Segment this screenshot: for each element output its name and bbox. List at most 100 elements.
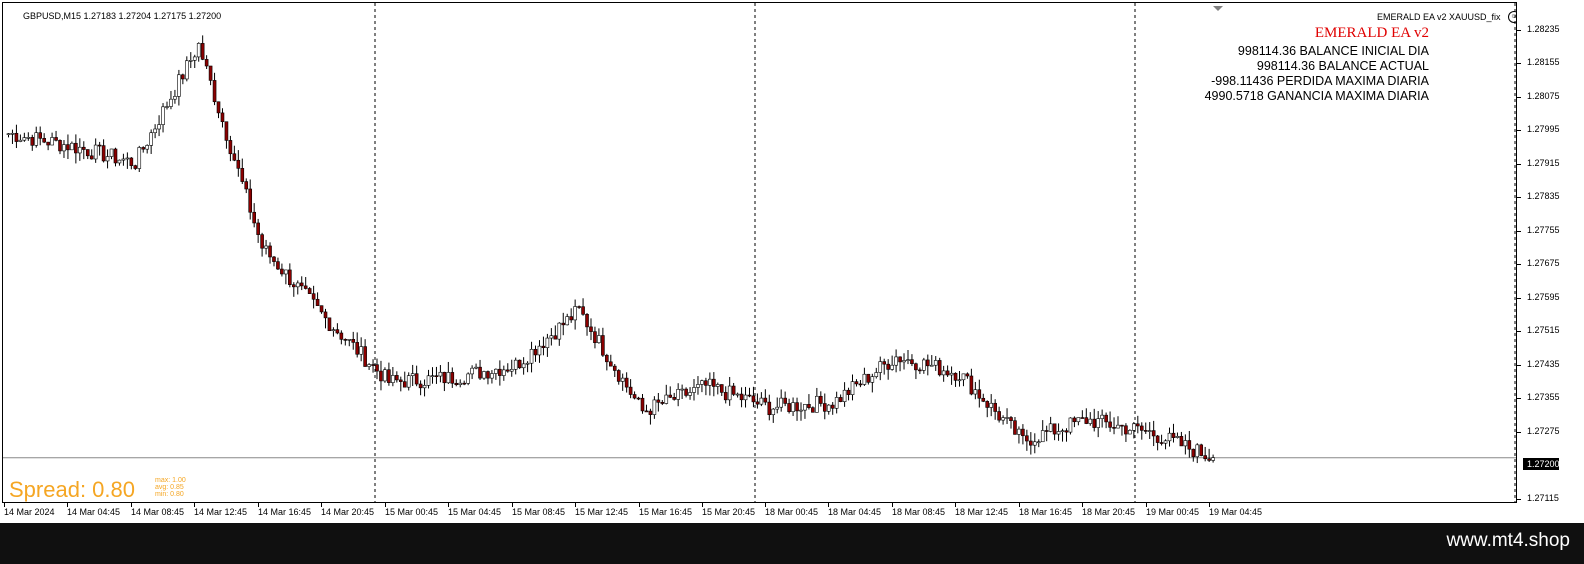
candle: [1147, 422, 1152, 439]
candle: [1056, 423, 1061, 441]
candle: [910, 354, 914, 367]
candle: [109, 148, 114, 160]
candle: [779, 389, 783, 412]
candle: [708, 372, 712, 396]
candle: [882, 358, 887, 375]
candle: [997, 406, 1001, 423]
candle: [319, 305, 324, 314]
candle: [1139, 422, 1144, 440]
candle: [244, 178, 249, 194]
price-tick: 1.27595: [1517, 292, 1560, 302]
candle: [280, 263, 284, 277]
candle: [42, 133, 46, 144]
candle: [989, 394, 994, 417]
candle: [1108, 411, 1112, 432]
candle: [117, 159, 122, 166]
time-tick: 15 Mar 04:45: [448, 503, 502, 517]
candle: [533, 345, 538, 362]
candle: [838, 394, 843, 403]
time-tick: 14 Mar 08:45: [131, 503, 185, 517]
candle: [577, 305, 581, 309]
candle: [712, 372, 716, 397]
candle: [1120, 424, 1124, 436]
candle: [260, 232, 264, 257]
candle: [1017, 426, 1021, 444]
candle: [264, 239, 268, 255]
candle: [157, 115, 161, 137]
candle: [216, 101, 221, 119]
candle: [811, 406, 815, 413]
candle: [58, 139, 62, 155]
current-price-label: 1.27200: [1523, 458, 1560, 470]
footer-url[interactable]: www.mt4.shop: [1446, 530, 1570, 552]
candle: [46, 141, 50, 151]
candle: [272, 255, 276, 267]
candle: [398, 376, 403, 392]
candle: [14, 124, 19, 149]
candle: [632, 391, 637, 400]
candle: [438, 365, 443, 383]
time-axis[interactable]: 14 Mar 2024 14 Mar 04:45 14 Mar 08:45 14…: [0, 503, 1584, 523]
candle: [185, 56, 189, 82]
candle: [680, 384, 684, 399]
candle: [391, 366, 395, 387]
candle: [822, 393, 827, 420]
candle: [953, 372, 958, 387]
candle: [525, 361, 530, 373]
candle: [914, 362, 918, 380]
price-tick: 1.27275: [1517, 426, 1560, 436]
candle: [700, 379, 704, 393]
candle: [1211, 454, 1215, 463]
candle: [18, 134, 23, 143]
candle: [668, 386, 673, 399]
candle: [589, 318, 593, 341]
candle: [204, 55, 209, 69]
candle: [1052, 423, 1057, 441]
chart-area[interactable]: GBPUSD,M15 1.27183 1.27204 1.27175 1.272…: [2, 2, 1517, 503]
candle: [795, 397, 799, 421]
candle: [256, 218, 260, 243]
candle: [616, 369, 621, 385]
candle: [133, 164, 138, 171]
time-tick: 18 Mar 00:45: [765, 503, 819, 517]
candle: [957, 371, 962, 387]
candle: [121, 153, 126, 166]
candle: [200, 35, 205, 61]
time-tick: 14 Mar 16:45: [258, 503, 312, 517]
candle: [541, 336, 546, 356]
candle: [173, 89, 177, 104]
candle: [819, 391, 823, 407]
candle: [949, 366, 954, 385]
candle: [307, 287, 312, 294]
candle: [549, 328, 554, 346]
candle: [93, 138, 98, 163]
candle: [141, 146, 146, 153]
candle: [593, 326, 597, 349]
candle: [387, 362, 391, 386]
candle: [898, 356, 902, 372]
candle: [517, 359, 522, 370]
candle: [1088, 412, 1093, 426]
candle: [192, 54, 197, 68]
price-axis[interactable]: 1.28235 1.28155 1.28075 1.27995 1.27915 …: [1517, 2, 1584, 503]
candle: [470, 365, 474, 380]
candle: [153, 124, 157, 139]
candle: [727, 376, 732, 406]
candle: [34, 126, 39, 148]
footer-bar: www.mt4.shop: [0, 523, 1584, 564]
candle: [1025, 429, 1029, 451]
candle: [284, 269, 288, 285]
candle: [771, 408, 776, 423]
candle: [969, 368, 974, 396]
candle: [1143, 422, 1148, 434]
candle: [502, 365, 506, 381]
candle: [236, 150, 241, 177]
candle: [783, 391, 787, 407]
candle: [161, 103, 165, 133]
candle: [10, 129, 15, 144]
candle: [628, 379, 633, 399]
candle: [747, 387, 752, 398]
candle: [331, 327, 336, 337]
shift-marker-icon[interactable]: [1213, 6, 1223, 11]
candle: [1048, 416, 1053, 433]
